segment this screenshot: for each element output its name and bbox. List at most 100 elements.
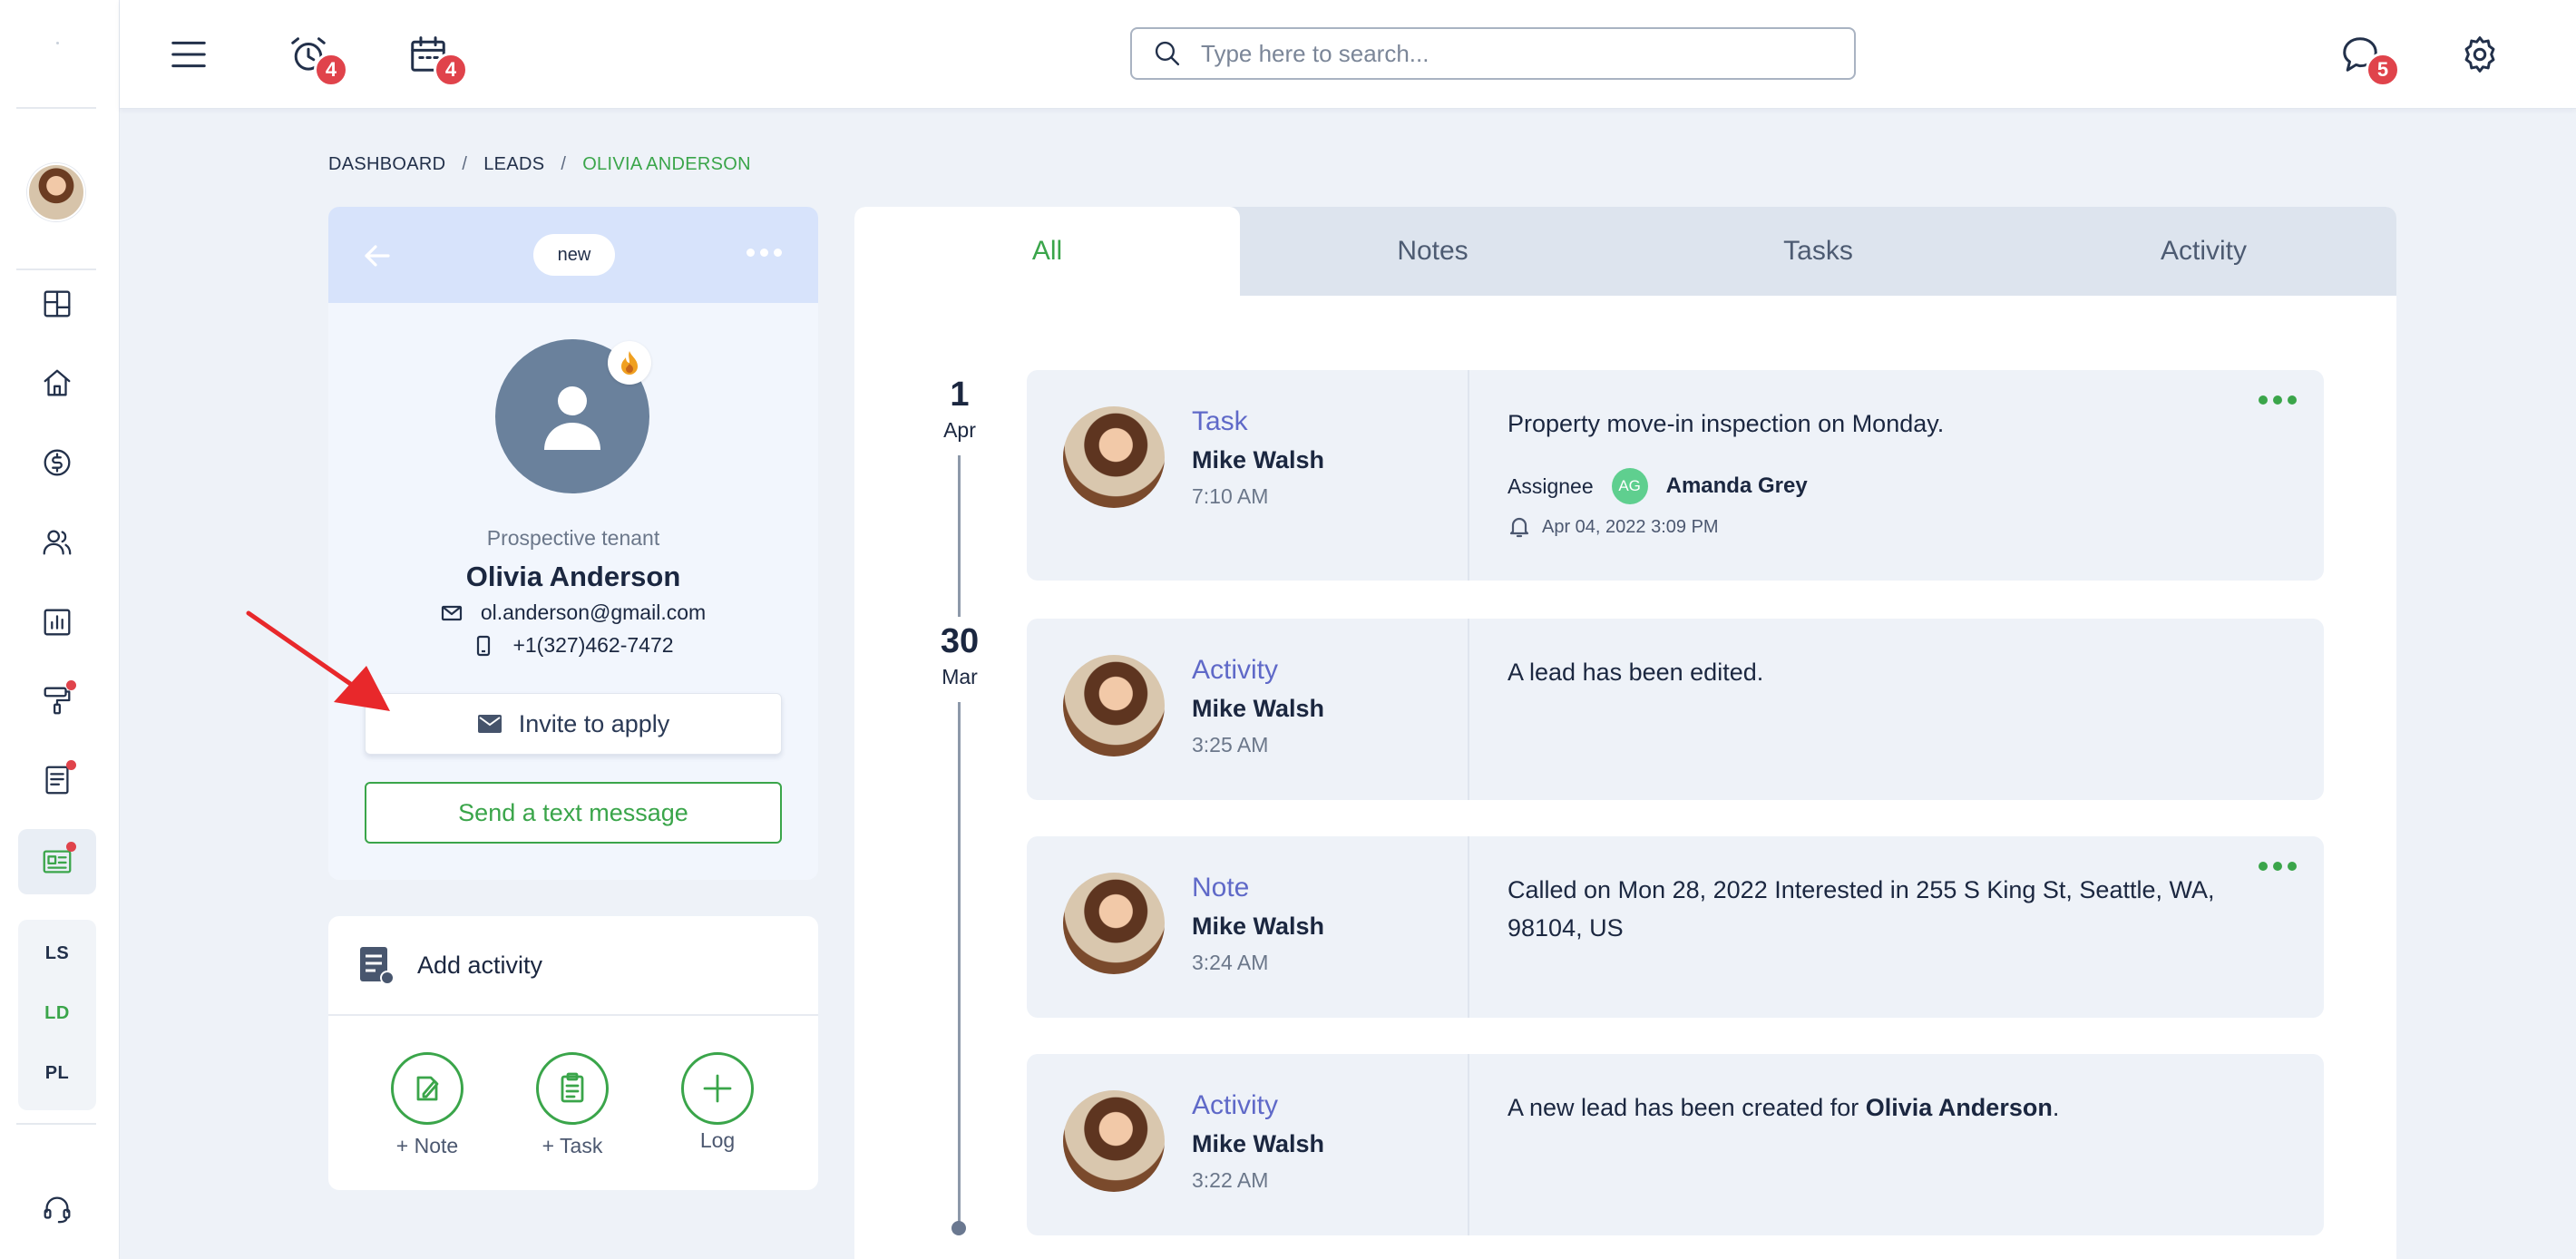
entry-author: Mike Walsh <box>1192 1130 1325 1157</box>
rail-documents[interactable] <box>18 747 96 813</box>
home-icon <box>44 369 71 396</box>
entry-author: Mike Walsh <box>1192 446 1325 473</box>
entry-more-button[interactable] <box>2259 862 2297 871</box>
breadcrumb-dashboard[interactable]: DASHBOARD <box>328 154 445 175</box>
breadcrumb-current: OLIVIA ANDERSON <box>582 154 751 174</box>
breadcrumb-leads[interactable]: LEADS <box>483 154 544 175</box>
date-day: 30 <box>940 622 980 660</box>
flame-icon <box>621 351 638 375</box>
add-activity-title: Add activity <box>417 951 543 979</box>
rail-dashboard[interactable] <box>18 271 96 337</box>
entry-author: Mike Walsh <box>1192 913 1325 940</box>
rail-leasing[interactable] <box>18 829 96 894</box>
chat-badge: 5 <box>2366 53 2400 87</box>
assignee-avatar: AG <box>1611 468 1648 504</box>
tab-notes[interactable]: Notes <box>1240 207 1625 296</box>
arrow-left-icon <box>365 245 390 267</box>
log-circle <box>681 1052 754 1125</box>
dot <box>760 249 768 257</box>
settings-button[interactable] <box>2451 25 2509 83</box>
left-rail: LS LD PL <box>0 0 120 1259</box>
entry-message: Property move-in inspection on Monday. <box>1508 410 1945 437</box>
lead-email[interactable]: ol.anderson@gmail.com <box>481 600 706 625</box>
lead-card-header: new <box>328 207 818 303</box>
search-icon <box>1155 41 1180 66</box>
entry-type[interactable]: Task <box>1192 406 1248 437</box>
lead-phone[interactable]: +1(327)462-7472 <box>512 633 673 658</box>
entry-message: A new lead has been created for Olivia A… <box>1508 1088 2269 1127</box>
rail-accounting[interactable] <box>18 430 96 495</box>
envelope-icon <box>477 715 502 733</box>
rail-sub-pl[interactable]: PL <box>18 1063 96 1084</box>
dot <box>2273 862 2282 871</box>
lead-email-row: ol.anderson@gmail.com <box>328 600 818 625</box>
add-note-button[interactable]: + Note <box>377 1052 477 1158</box>
chart-icon <box>44 609 71 636</box>
annotation-arrow <box>246 610 390 711</box>
top-bar: 4 4 5 <box>120 0 2576 109</box>
author-avatar <box>1063 1090 1165 1192</box>
timeline-entry[interactable]: Task Mike Walsh 7:10 AM Property move-in… <box>1027 370 2324 581</box>
notification-dot <box>66 842 76 852</box>
entry-time: 3:25 AM <box>1192 733 1269 756</box>
dollar-icon <box>44 449 71 476</box>
invite-to-apply-button[interactable]: Invite to apply <box>365 693 782 755</box>
timeline-entry[interactable]: Activity Mike Walsh 3:22 AM A new lead h… <box>1027 1054 2324 1235</box>
author-avatar <box>1063 873 1165 974</box>
alarm-button[interactable]: 4 <box>279 25 348 87</box>
back-button[interactable] <box>361 239 397 272</box>
entry-type[interactable]: Note <box>1192 873 1249 903</box>
entry-meta: Task Mike Walsh 7:10 AM <box>1027 370 1469 581</box>
timeline-date: 30 Mar <box>905 622 1014 689</box>
lead-card: new Prospective tenant Olivia Anderson o… <box>328 207 818 880</box>
rail-divider <box>16 268 96 270</box>
headset-icon <box>44 1196 71 1224</box>
timeline-entry[interactable]: Activity Mike Walsh 3:25 AM A lead has b… <box>1027 619 2324 800</box>
entry-type[interactable]: Activity <box>1192 1090 1278 1121</box>
entry-type[interactable]: Activity <box>1192 655 1278 686</box>
tab-activity[interactable]: Activity <box>2011 207 2396 296</box>
entry-more-button[interactable] <box>2259 395 2297 405</box>
rail-support[interactable] <box>18 1176 96 1241</box>
lead-name-link[interactable]: Olivia Anderson <box>1866 1094 2053 1121</box>
tab-all[interactable]: All <box>854 207 1240 296</box>
tab-bar: All Notes Tasks Activity <box>854 207 2396 296</box>
timeline-entry[interactable]: Note Mike Walsh 3:24 AM Called on Mon 28… <box>1027 836 2324 1018</box>
add-activity-header: Add activity <box>328 916 818 1016</box>
user-avatar[interactable] <box>27 163 85 221</box>
entry-message: A lead has been edited. <box>1508 659 1764 686</box>
messages-button[interactable]: 5 <box>2331 25 2400 87</box>
gear-icon <box>2464 36 2495 73</box>
send-text-message-button[interactable]: Send a text message <box>365 782 782 844</box>
users-icon <box>43 530 72 555</box>
menu-button[interactable] <box>160 25 218 83</box>
rail-people[interactable] <box>18 510 96 575</box>
status-badge: new <box>533 234 615 276</box>
search-input[interactable] <box>1201 39 1818 68</box>
dot <box>774 249 782 257</box>
rail-reports[interactable] <box>18 590 96 655</box>
search-box[interactable] <box>1130 27 1856 80</box>
assignee-row: Assignee AG Amanda Grey <box>1508 468 1808 504</box>
rail-properties[interactable] <box>18 350 96 415</box>
rail-sub-ld[interactable]: LD <box>18 1003 96 1024</box>
breadcrumb: DASHBOARD / LEADS / OLIVIA ANDERSON <box>328 154 751 175</box>
phone-icon <box>477 635 491 656</box>
rail-submenu: LS LD PL <box>18 920 96 1110</box>
rail-divider <box>16 107 96 109</box>
bell-icon <box>1509 517 1529 538</box>
calendar-button[interactable]: 4 <box>399 25 468 87</box>
add-note-circle <box>391 1052 463 1125</box>
author-avatar <box>1063 655 1165 756</box>
rail-logo <box>56 42 59 44</box>
timeline-line <box>958 455 961 617</box>
reminder-row: Apr 04, 2022 3:09 PM <box>1508 515 1719 539</box>
dot <box>2259 862 2268 871</box>
rail-sub-ls[interactable]: LS <box>18 943 96 964</box>
rail-maintenance[interactable] <box>18 668 96 733</box>
log-button[interactable]: Log <box>668 1052 767 1153</box>
add-task-button[interactable]: + Task <box>522 1052 622 1158</box>
tab-tasks[interactable]: Tasks <box>1625 207 2011 296</box>
entry-time: 3:24 AM <box>1192 951 1269 974</box>
more-options-button[interactable] <box>746 249 782 257</box>
